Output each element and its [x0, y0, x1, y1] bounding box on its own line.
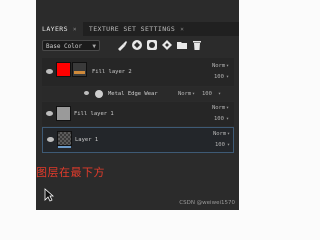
effect-icon: [95, 90, 103, 98]
tab-texture-set-label: TEXTURE SET SETTINGS: [88, 25, 176, 33]
add-effect-icon[interactable]: [161, 39, 173, 51]
effect-name: Metal Edge Wear: [108, 91, 158, 97]
layer-thumbnail: [57, 131, 72, 148]
visibility-eye-icon[interactable]: [47, 137, 54, 142]
close-icon[interactable]: ×: [180, 26, 184, 33]
delete-icon[interactable]: [191, 39, 203, 51]
layer-thumbnail: [56, 62, 71, 77]
annotation-caption: 图层在最下方: [36, 166, 105, 179]
folder-icon[interactable]: [176, 39, 188, 51]
add-mask-icon[interactable]: [146, 39, 158, 51]
blend-mode[interactable]: Norm: [213, 131, 226, 137]
chevron-down-icon[interactable]: ▾: [218, 91, 221, 97]
chevron-down-icon[interactable]: ▾: [226, 105, 229, 111]
visibility-eye-icon[interactable]: [46, 69, 53, 74]
chevron-down-icon: ▼: [92, 43, 96, 50]
mouse-cursor-icon: [44, 188, 54, 202]
layer-thumbnail: [56, 106, 71, 121]
blend-mode[interactable]: Norm: [212, 105, 225, 111]
layer-row-layer-1[interactable]: Layer 1 Norm ▾ 100 ▾: [42, 127, 234, 153]
chevron-down-icon[interactable]: ▾: [227, 131, 230, 137]
chevron-down-icon[interactable]: ▾: [226, 74, 229, 80]
layer-opacity[interactable]: 100: [202, 91, 212, 97]
layer-opacity[interactable]: 100: [214, 74, 224, 80]
chevron-down-icon[interactable]: ▾: [226, 116, 229, 122]
channel-select-value: Base Color: [46, 43, 83, 50]
tab-layers[interactable]: LAYERS ×: [36, 22, 83, 36]
visibility-eye-icon[interactable]: [46, 111, 53, 116]
close-icon[interactable]: ×: [73, 26, 77, 33]
layer-row-fill-layer-1[interactable]: Fill layer 1 Norm ▾ 100 ▾: [42, 102, 234, 126]
panel-tab-bar: LAYERS × TEXTURE SET SETTINGS ×: [36, 22, 239, 36]
tab-texture-set-settings[interactable]: TEXTURE SET SETTINGS ×: [83, 22, 190, 36]
watermark: CSDN @weiwei1570: [179, 200, 235, 206]
blend-mode[interactable]: Norm: [212, 63, 225, 69]
chevron-down-icon[interactable]: ▾: [227, 142, 230, 148]
paint-layer-icon[interactable]: [116, 39, 128, 51]
layer-name: Fill layer 1: [74, 111, 114, 117]
layers-toolbar: Base Color ▼: [36, 38, 239, 54]
blend-mode[interactable]: Norm: [178, 91, 191, 97]
fill-layer-icon[interactable]: [131, 39, 143, 51]
layer-name: Layer 1: [75, 137, 99, 143]
layer-name: Fill layer 2: [92, 69, 132, 75]
layer-row-fill-layer-2[interactable]: Fill layer 2 Norm ▾ 100 ▾: [42, 58, 234, 86]
layer-opacity[interactable]: 100: [214, 116, 224, 122]
layer-opacity[interactable]: 100: [215, 142, 225, 148]
visibility-eye-icon[interactable]: [84, 91, 89, 95]
effect-row-metal-edge-wear[interactable]: Metal Edge Wear Norm ▾ 100 ▾: [42, 87, 234, 101]
chevron-down-icon[interactable]: ▾: [226, 63, 229, 69]
mask-thumbnail: [72, 62, 87, 77]
chevron-down-icon[interactable]: ▾: [192, 91, 195, 97]
channel-select[interactable]: Base Color ▼: [42, 40, 100, 51]
tab-layers-label: LAYERS: [42, 25, 68, 33]
